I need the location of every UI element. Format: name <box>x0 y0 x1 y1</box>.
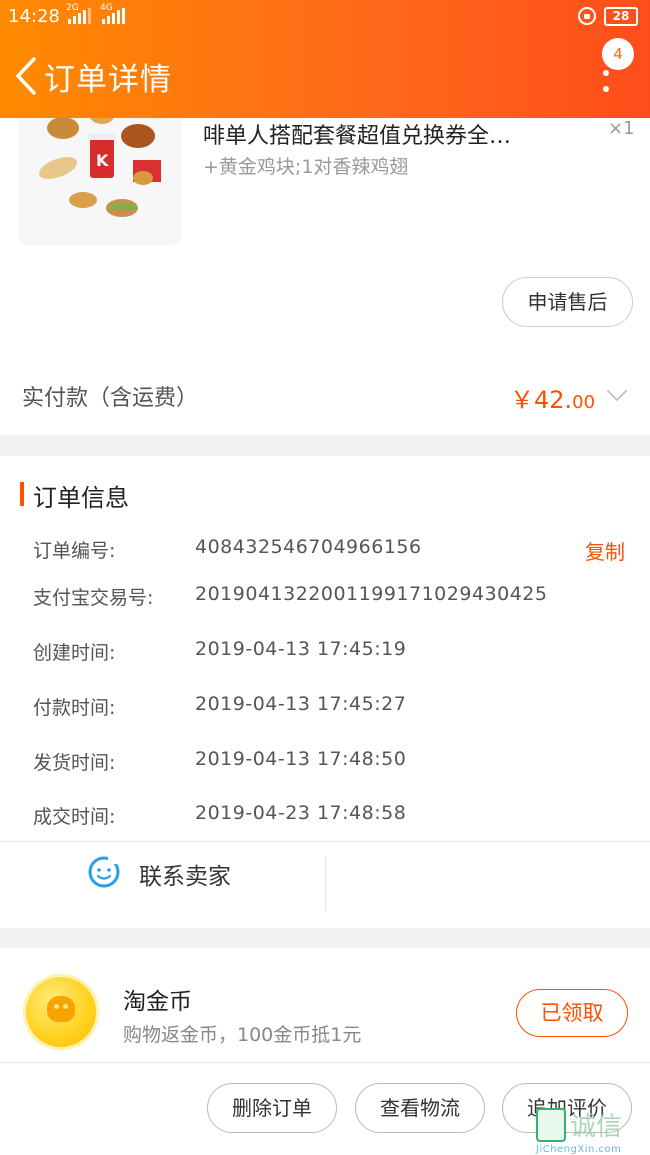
signal-icon <box>68 8 91 24</box>
info-label: 成交时间: <box>33 806 116 828</box>
message-count-badge: 4 <box>602 38 634 70</box>
copy-button[interactable]: 复制 <box>585 536 625 565</box>
section-accent-bar <box>20 482 24 506</box>
view-logistics-button[interactable]: 查看物流 <box>355 1083 485 1133</box>
info-row-completed-time: 成交时间: 2019-04-23 17:48:58 <box>0 802 650 832</box>
coin-face <box>47 996 75 1022</box>
info-label: 付款时间: <box>33 697 116 719</box>
food-combo-image: K <box>18 108 181 245</box>
gold-coin-icon <box>23 974 99 1050</box>
info-row-order-number: 订单编号: 408432546704966156 复制 <box>0 536 650 566</box>
info-row-shipped-time: 发货时间: 2019-04-13 17:48:50 <box>0 748 650 778</box>
vertical-divider <box>325 856 326 910</box>
contact-seller-label: 联系卖家 <box>139 864 231 890</box>
order-info-section: 订单信息 订单编号: 408432546704966156 复制 支付宝交易号:… <box>0 456 650 928</box>
product-quantity: ×1 <box>608 118 635 139</box>
payment-amount: ￥42.00 <box>510 380 595 415</box>
info-label: 支付宝交易号: <box>33 587 154 609</box>
info-value: 2019-04-13 17:48:50 <box>195 748 407 770</box>
payment-label: 实付款（含运费） <box>22 386 199 411</box>
svg-text:K: K <box>96 151 109 170</box>
coin-description: 购物返金币，100金币抵1元 <box>123 1024 362 1046</box>
product-image[interactable]: K <box>18 108 181 245</box>
back-button[interactable] <box>12 56 40 96</box>
claimed-button[interactable]: 已领取 <box>516 989 628 1037</box>
info-value: 2019-04-13 17:45:27 <box>195 693 407 715</box>
product-spec: +黄金鸡块;1对香辣鸡翅 <box>203 156 409 178</box>
info-label: 创建时间: <box>33 642 116 664</box>
info-row-created-time: 创建时间: 2019-04-13 17:45:19 <box>0 638 650 668</box>
watermark-url: JiChengXin.com <box>536 1144 622 1155</box>
lock-rotation-icon <box>578 7 596 25</box>
info-label: 发货时间: <box>33 752 116 774</box>
section-title: 订单信息 <box>33 484 129 512</box>
signal-icon <box>102 8 125 24</box>
taojinbi-card: 淘金币 购物返金币，100金币抵1元 已领取 <box>0 948 650 1062</box>
chevron-left-icon <box>16 57 36 95</box>
contact-seller-button[interactable]: 联系卖家 <box>0 841 325 913</box>
watermark-text: 诚信 <box>570 1112 623 1142</box>
payment-amount-cents: 00 <box>572 392 596 413</box>
coin-title: 淘金币 <box>123 989 192 1015</box>
battery-icon: 28 <box>604 7 638 26</box>
info-row-paid-time: 付款时间: 2019-04-13 17:45:27 <box>0 693 650 723</box>
info-label: 订单编号: <box>33 540 116 562</box>
chat-smile-icon <box>88 855 120 888</box>
watermark-logo-icon <box>536 1108 566 1142</box>
site-watermark: 诚信 JiChengXin.com <box>532 1108 650 1155</box>
delete-order-button[interactable]: 删除订单 <box>207 1083 337 1133</box>
info-row-alipay-number: 支付宝交易号: 2019041322001199171029430425 <box>0 583 650 613</box>
payment-amount-main: ￥42. <box>510 386 573 414</box>
product-name[interactable]: 啡单人搭配套餐超值兑换券全… <box>203 118 511 150</box>
info-value: 2019-04-13 17:45:19 <box>195 638 407 660</box>
chevron-down-icon[interactable] <box>606 380 628 402</box>
page-title: 订单详情 <box>44 62 172 98</box>
header-bar: 14:28 2G 4G 28 订单详情 4 <box>0 0 650 118</box>
status-time: 14:28 <box>8 6 60 27</box>
info-value: 2019041322001199171029430425 <box>195 583 548 605</box>
apply-aftersale-button[interactable]: 申请售后 <box>502 277 633 327</box>
product-card: K 啡单人搭配套餐超值兑换券全… +黄金鸡块;1对香辣鸡翅 ×1 申请售后 实付… <box>0 108 650 435</box>
status-bar: 14:28 2G 4G 28 <box>0 0 650 34</box>
info-value: 408432546704966156 <box>195 536 422 558</box>
info-value: 2019-04-23 17:48:58 <box>195 802 407 824</box>
